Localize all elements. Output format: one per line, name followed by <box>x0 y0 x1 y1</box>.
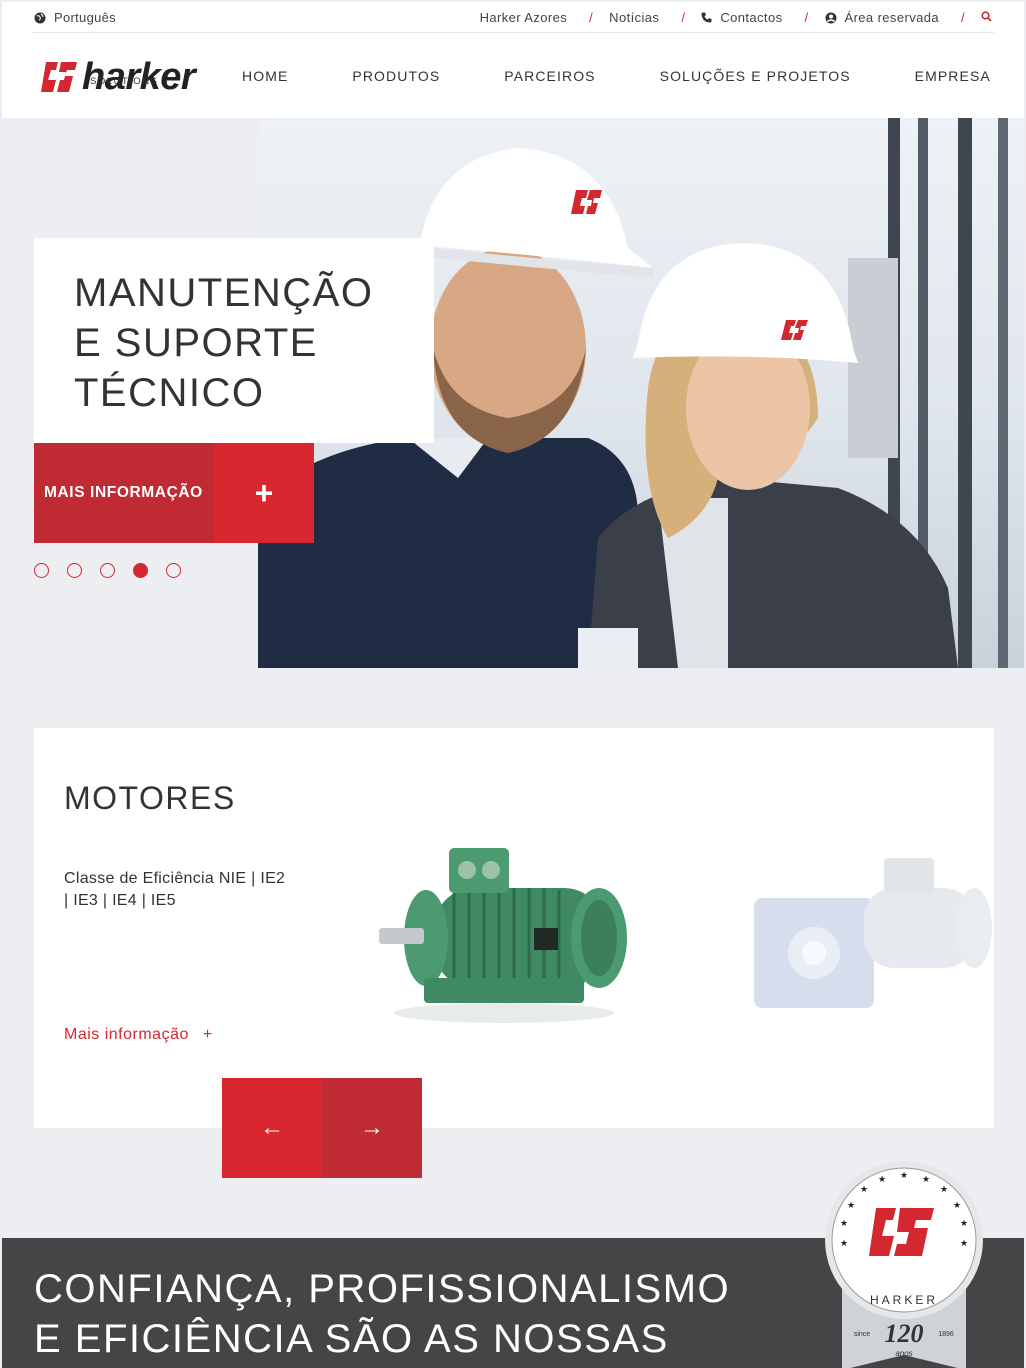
hero-title-line: TÉCNICO <box>74 371 265 415</box>
product-title: MOTORES <box>64 780 236 816</box>
hero-more-info-button[interactable]: MAIS INFORMAÇÃO + <box>34 443 314 543</box>
svg-text:★: ★ <box>847 1201 855 1211</box>
slider-dots <box>34 563 181 578</box>
logo-subtitle: SOLUTIONS <box>90 76 159 87</box>
hero-title-line: E SUPORTE <box>74 321 318 365</box>
badge-number: 120 <box>885 1319 924 1348</box>
divider <box>32 32 994 33</box>
language-label: Português <box>54 10 116 25</box>
link-harker-azores-label: Harker Azores <box>479 10 568 25</box>
hero-slider: MANUTENÇÃO E SUPORTE TÉCNICO MAIS INFORM… <box>2 118 1024 668</box>
link-area-reservada-label: Área reservada <box>844 10 939 25</box>
search-button[interactable] <box>981 10 992 25</box>
link-contactos-label: Contactos <box>720 10 783 25</box>
separator: / <box>804 10 809 25</box>
badge-since: since <box>854 1331 870 1338</box>
anniversary-badge: ★ ★ ★ ★ ★ ★ ★ ★ ★ ★ ★ HARKER since 120 1896 anos <box>825 1161 983 1368</box>
badge-brand: HARKER <box>870 1293 938 1307</box>
hero-title-card: MANUTENÇÃO E SUPORTE TÉCNICO <box>34 238 434 443</box>
slider-dot-5[interactable] <box>166 563 181 578</box>
page: Português Harker Azores / Notícias / Con… <box>2 2 1024 1368</box>
main-nav: HOME PRODUTOS PARCEIROS SOLUÇÕES E PROJE… <box>242 34 991 118</box>
product-more-info-label: Mais informação <box>64 1026 189 1043</box>
nav-solucoes-projetos[interactable]: SOLUÇÕES E PROJETOS <box>660 68 851 84</box>
plus-icon: + <box>214 443 314 543</box>
slider-dot-3[interactable] <box>100 563 115 578</box>
product-description: Classe de Eficiência NIE | IE2 | IE3 | I… <box>64 870 286 909</box>
separator: / <box>589 10 594 25</box>
hero-title: MANUTENÇÃO E SUPORTE TÉCNICO <box>74 268 394 418</box>
link-harker-azores[interactable]: Harker Azores <box>480 10 568 25</box>
user-circle-icon <box>825 12 836 23</box>
nav-empresa[interactable]: EMPRESA <box>915 68 991 84</box>
svg-text:★: ★ <box>953 1201 961 1211</box>
utility-links: Harker Azores / Notícias / Contactos / Á… <box>480 10 992 25</box>
svg-text:★: ★ <box>840 1239 848 1249</box>
slider-dot-4[interactable] <box>133 563 148 578</box>
hero-more-info-label: MAIS INFORMAÇÃO <box>34 443 214 543</box>
link-noticias[interactable]: Notícias <box>609 10 659 25</box>
hero-title-line: MANUTENÇÃO <box>74 271 374 315</box>
nav-parceiros[interactable]: PARCEIROS <box>504 68 595 84</box>
globe-icon <box>34 12 46 23</box>
badge-unit: anos <box>895 1349 912 1358</box>
search-icon <box>981 10 992 22</box>
separator: / <box>960 10 965 25</box>
product-carousel-nav: ← → <box>222 1078 422 1178</box>
product-more-info-link[interactable]: Mais informação + <box>64 1026 213 1044</box>
values-heading-line: E EFICIÊNCIA SÃO AS NOSSAS <box>34 1317 669 1361</box>
separator: / <box>681 10 686 25</box>
main-header: harker SOLUTIONS HOME PRODUTOS PARCEIROS… <box>2 34 1024 118</box>
svg-text:★: ★ <box>960 1239 968 1249</box>
utility-bar: Português Harker Azores / Notícias / Con… <box>2 2 1024 34</box>
gearmotor-image-faded <box>754 858 992 1008</box>
link-area-reservada[interactable]: Área reservada <box>825 10 939 25</box>
svg-text:★: ★ <box>922 1175 930 1185</box>
svg-text:★: ★ <box>860 1185 868 1195</box>
link-noticias-label: Notícias <box>609 10 660 25</box>
values-heading-line: CONFIANÇA, PROFISSIONALISMO <box>34 1267 731 1311</box>
harker-logo-icon <box>41 62 77 92</box>
link-contactos[interactable]: Contactos <box>701 10 782 25</box>
slider-dot-1[interactable] <box>34 563 49 578</box>
arrow-left-icon: ← <box>260 1114 284 1141</box>
phone-icon <box>701 12 712 23</box>
values-heading: CONFIANÇA, PROFISSIONALISMO E EFICIÊNCIA… <box>34 1264 730 1364</box>
nav-home[interactable]: HOME <box>242 68 288 84</box>
language-selector[interactable]: Português <box>34 10 116 25</box>
plus-icon: + <box>202 1026 213 1043</box>
svg-text:★: ★ <box>940 1185 948 1195</box>
svg-text:★: ★ <box>900 1171 908 1181</box>
svg-text:★: ★ <box>878 1175 886 1185</box>
badge-year: 1896 <box>938 1331 954 1338</box>
motor-image <box>379 848 627 1023</box>
svg-text:★: ★ <box>960 1219 968 1229</box>
prev-button[interactable]: ← <box>222 1078 322 1178</box>
arrow-right-icon: → <box>360 1114 384 1141</box>
nav-produtos[interactable]: PRODUTOS <box>352 68 440 84</box>
svg-text:★: ★ <box>840 1219 848 1229</box>
slider-dot-2[interactable] <box>67 563 82 578</box>
next-button[interactable]: → <box>322 1078 422 1178</box>
product-carousel-card: MOTORES Classe de Eficiência NIE | IE2 |… <box>34 728 994 1128</box>
